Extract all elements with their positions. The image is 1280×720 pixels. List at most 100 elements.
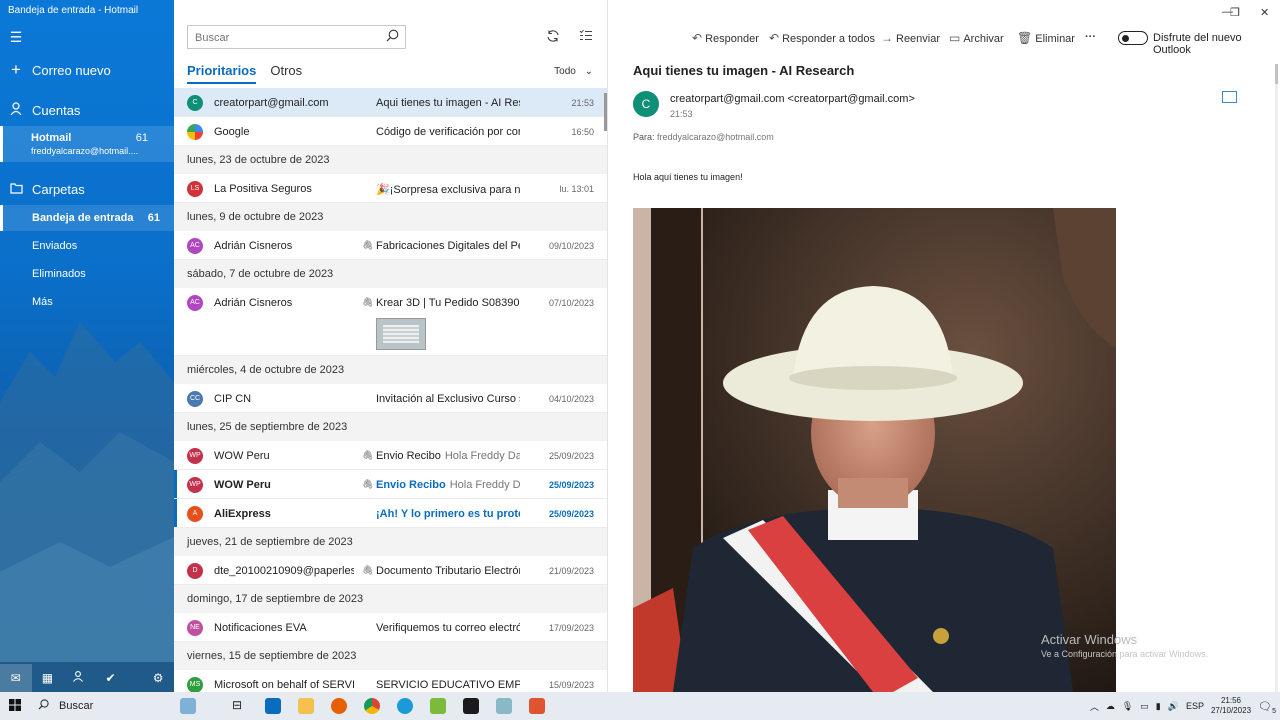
message-row[interactable]: AC Adrián Cisneros 🖇 Krear 3D | Tu Pedido S… (174, 288, 607, 356)
sender-avatar: MS (187, 677, 203, 692)
edge-icon[interactable] (397, 698, 413, 714)
sender-name: CIP CN (214, 393, 252, 405)
message-row[interactable]: CC CIP CN Invitación al Exclusivo Curso so… (174, 384, 607, 413)
filter-label: Todo (554, 66, 576, 77)
mail-icon[interactable]: ✉ (0, 664, 32, 692)
battery-icon[interactable]: ▮ (1156, 701, 1161, 712)
message-row[interactable]: AC Adrián Cisneros 🖇 Fabricaciones Digitale… (174, 231, 607, 260)
sender-name: Adrián Cisneros (214, 297, 293, 309)
folder-label: Eliminados (32, 268, 86, 280)
subject-line: Envio ReciboHola Freddy Danie (376, 450, 520, 462)
folder-label: Bandeja de entrada (32, 212, 134, 224)
subject-line: Fabricaciones Digitales del Peru S (376, 240, 520, 252)
app-icon-green[interactable] (430, 698, 446, 714)
to-address[interactable]: freddyalcarazo@hotmail.com (657, 132, 774, 142)
reading-scrollbar[interactable] (1275, 64, 1278, 692)
message-row[interactable]: Ddte_20100210909@paperless. 🖇 Documento Tr… (174, 556, 607, 585)
notification-icon[interactable]: 🗨 5 (1258, 700, 1276, 715)
sync-icon[interactable] (546, 29, 560, 46)
delete-button[interactable]: 🗑 Eliminar (1017, 31, 1075, 45)
sender-avatar: WP (187, 448, 203, 464)
folders-header[interactable]: Carpetas (0, 179, 174, 199)
received-time: 21:53 (571, 98, 594, 108)
folder-sent[interactable]: Enviados (0, 235, 174, 257)
subject-text: Fabricaciones Digitales del Peru S (376, 240, 520, 252)
sender-avatar: D (187, 563, 203, 579)
attached-image (633, 208, 1116, 692)
folders-label: Carpetas (32, 181, 85, 197)
selection-mode-icon[interactable] (579, 29, 593, 45)
message-row[interactable]: Ccreatorpart@gmail.com Aqui tienes tu ima… (174, 88, 607, 117)
taskbar-search[interactable]: Buscar (30, 692, 170, 720)
firefox-icon[interactable] (331, 698, 347, 714)
sender-avatar: C (187, 95, 203, 111)
reply-button[interactable]: ↶ Responder (692, 31, 759, 45)
sender-avatar: A (187, 506, 203, 522)
message-subject: Aqui tienes tu imagen - AI Research (633, 63, 855, 78)
attachment-thumbnail[interactable] (376, 318, 426, 350)
todo-icon[interactable]: ✔ (95, 671, 127, 685)
message-row[interactable]: A AliExpress ¡Ah! Y lo primero es tu prote… (174, 499, 607, 528)
message-row[interactable]: WP WOW Peru 🖇Envio ReciboHola Freddy Danie… (174, 441, 607, 470)
sender-address[interactable]: creatorpart@gmail.com <creatorpart@gmail… (670, 93, 915, 105)
app-icon-dark[interactable] (463, 698, 479, 714)
close-icon[interactable]: ✕ (1260, 6, 1269, 19)
filter-dropdown[interactable]: Todo ⌄ (554, 66, 593, 77)
reply-icon: ↶ (692, 31, 703, 45)
tab-focused[interactable]: Prioritarios (187, 63, 257, 84)
app-icon-red[interactable] (529, 698, 545, 714)
date-group-header: lunes, 9 de octubre de 2023 (174, 203, 607, 231)
accounts-header[interactable]: Cuentas (0, 100, 174, 120)
network-icon[interactable]: ▭ (1140, 701, 1149, 712)
hamburger-button[interactable]: ☰ (0, 29, 174, 45)
folder-deleted[interactable]: Eliminados (0, 263, 174, 285)
people-icon[interactable] (63, 671, 95, 685)
sender-name: Adrián Cisneros (214, 240, 293, 252)
search-icon[interactable] (386, 29, 399, 45)
archive-button[interactable]: ▭ Archivar (949, 31, 1004, 45)
windows-start-icon[interactable] (0, 698, 30, 714)
language-indicator[interactable]: ESP (1186, 701, 1204, 711)
tab-other[interactable]: Otros (270, 63, 302, 84)
search-input[interactable]: Buscar (187, 25, 406, 49)
folder-more[interactable]: Más (0, 291, 174, 313)
reply-all-button[interactable]: ↶ Responder a todos (769, 31, 875, 45)
chevron-up-icon[interactable]: ︿ (1090, 700, 1099, 713)
paperclip-icon: 🖇 (362, 240, 374, 250)
maximize-icon[interactable]: ❐ (1230, 6, 1240, 19)
sender-avatar[interactable]: C (633, 91, 659, 117)
folder-inbox[interactable]: Bandeja de entrada 61 (0, 205, 174, 231)
new-mail-button[interactable]: + Correo nuevo (0, 60, 174, 80)
settings-gear-icon[interactable]: ⚙ (142, 671, 174, 685)
message-row[interactable]: MS Microsoft on behalf of SERVIC SERVICIO … (174, 670, 607, 692)
clock[interactable]: 21:56 27/10/2023 (1211, 696, 1251, 716)
sender-name: Notificaciones EVA (214, 622, 307, 634)
new-outlook-toggle[interactable] (1118, 31, 1148, 45)
message-row[interactable]: LS La Positiva Seguros 🎉¡Sorpresa exclusiv… (174, 174, 607, 203)
received-time: 21/09/2023 (548, 566, 594, 576)
message-row[interactable]: WP WOW Peru 🖇Envio ReciboHola Freddy Danie… (174, 470, 607, 499)
app-icon-blue[interactable] (496, 698, 512, 714)
open-in-new-window-icon[interactable] (1222, 91, 1237, 103)
calendar-icon[interactable]: ▦ (32, 671, 64, 685)
file-explorer-icon[interactable] (298, 698, 314, 714)
folder-label: Más (32, 296, 53, 308)
sender-name: dte_20100210909@paperless. (214, 565, 354, 577)
message-row[interactable]: NE Notificaciones EVA Verifiquemos tu corr… (174, 613, 607, 642)
more-actions-button[interactable]: ··· (1085, 31, 1096, 43)
account-hotmail[interactable]: Hotmail freddyalcarazo@hotmail.... 61 (0, 126, 174, 162)
message-row[interactable]: G Google Código de verificación por corre 1… (174, 117, 607, 146)
sender-avatar: NE (187, 620, 203, 636)
activate-windows-title: Activar Windows (1041, 632, 1138, 647)
forward-button[interactable]: → Reenviar (881, 31, 940, 45)
chrome-icon[interactable] (364, 698, 380, 714)
window-title: Bandeja de entrada - Hotmail (8, 5, 139, 16)
widget-icon[interactable] (180, 698, 196, 714)
mail-app-icon[interactable] (265, 698, 281, 714)
microphone-icon[interactable]: 🎙 (1122, 701, 1133, 712)
cloud-icon[interactable]: ☁ (1106, 701, 1115, 712)
subject-text: Aqui tienes tu imagen - AI Resea (376, 97, 520, 109)
task-view-icon[interactable]: ⊟ (232, 698, 248, 714)
speaker-icon[interactable]: 🔊 (1168, 701, 1179, 712)
list-scrollbar[interactable] (604, 93, 607, 131)
